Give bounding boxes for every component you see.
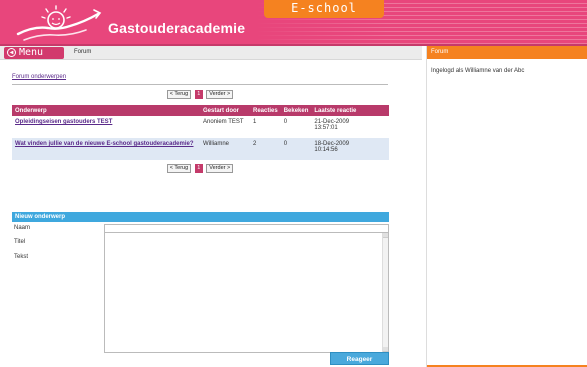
text-area[interactable] — [104, 232, 389, 353]
menu-bar: ◀ Menu Forum — [0, 46, 422, 60]
topic-link[interactable]: Wat vinden jullie van de nieuwe E-school… — [12, 138, 200, 160]
pager-bottom: < Terug 1 Verder > — [12, 164, 388, 174]
current-page: 1 — [194, 90, 203, 99]
logged-in-text: Ingelogd als Williamne van der Abc — [431, 68, 525, 74]
forum-topics-link[interactable]: Forum onderwerpen — [12, 74, 66, 80]
replies-count: 2 — [250, 138, 281, 160]
last-reply-time: 13:57:01 — [314, 125, 338, 131]
scroll-up-icon[interactable] — [383, 233, 388, 238]
last-reply: 21-Dec-2009 13:57:01 — [311, 116, 389, 138]
topic-link[interactable]: Opleidingseisen gastouders TEST — [12, 116, 200, 138]
col-last-reply: Laatste reactie — [311, 105, 389, 116]
brand-title: Gastouderacademie — [108, 20, 246, 36]
started-by: Williamne — [200, 138, 250, 160]
current-page: 1 — [194, 164, 203, 173]
prev-page-button[interactable]: < Terug — [166, 164, 192, 173]
last-reply-time: 10:14:56 — [314, 147, 338, 153]
pager-top: < Terug 1 Verder > — [12, 90, 388, 100]
table-row: Opleidingseisen gastouders TEST Anoniem … — [12, 116, 389, 138]
new-topic-heading: Nieuw onderwerp — [12, 212, 389, 222]
started-by: Anoniem TEST — [200, 116, 250, 138]
col-started-by: Gestart door — [200, 105, 250, 116]
reageer-button[interactable]: Reageer — [330, 352, 389, 365]
col-views: Bekeken — [280, 105, 312, 116]
site-header: Gastouderacademie E-school — [0, 0, 587, 46]
eschool-tab[interactable]: E-school — [264, 0, 384, 18]
menu-button[interactable]: ◀ Menu — [4, 47, 64, 59]
views-count: 0 — [280, 138, 312, 160]
title-label: Titel — [14, 239, 26, 245]
last-reply: 18-Dec-2009 10:14:56 — [311, 138, 389, 160]
scrollbar[interactable] — [382, 233, 388, 352]
next-page-button[interactable]: Verder > — [206, 164, 234, 173]
breadcrumb: Forum — [74, 49, 92, 55]
back-arrow-icon: ◀ — [7, 48, 16, 57]
side-panel: Forum Ingelogd als Williamne van der Abc — [426, 46, 587, 367]
next-page-button[interactable]: Verder > — [206, 90, 234, 99]
name-label: Naam — [14, 225, 31, 231]
topics-table: Onderwerp Gestart door Reacties Bekeken … — [12, 105, 389, 160]
views-count: 0 — [280, 116, 312, 138]
table-row: Wat vinden jullie van de nieuwe E-school… — [12, 138, 389, 160]
col-replies: Reacties — [250, 105, 281, 116]
text-label: Tekst — [14, 254, 29, 260]
col-subject: Onderwerp — [12, 105, 200, 116]
menu-label: Menu — [19, 47, 44, 58]
replies-count: 1 — [250, 116, 281, 138]
side-panel-heading: Forum — [427, 46, 587, 59]
logo-sun-icon — [16, 5, 102, 41]
prev-page-button[interactable]: < Terug — [166, 90, 192, 99]
